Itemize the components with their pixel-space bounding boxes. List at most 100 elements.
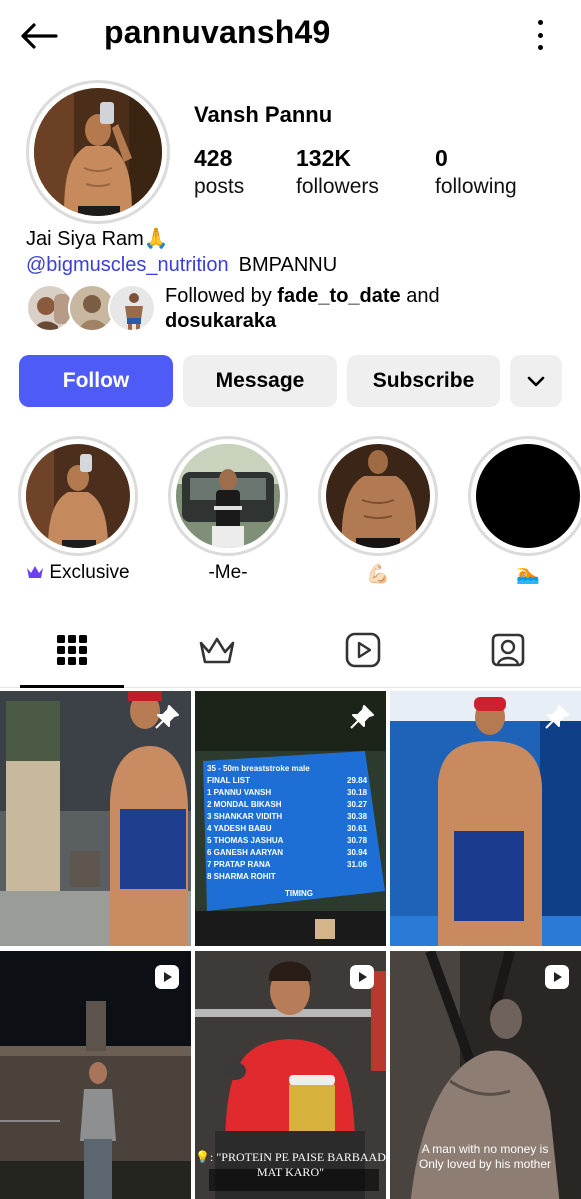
score-line: FINAL LIST: [207, 776, 250, 785]
pin-icon: [545, 705, 569, 729]
grid-icon: [57, 635, 87, 665]
bio-mention-link[interactable]: @bigmuscles_nutrition: [26, 254, 229, 276]
score-line: 35 - 50m breaststroke male: [207, 764, 310, 773]
score-time: 30.78: [347, 836, 368, 845]
profile-avatar: [34, 88, 162, 216]
tab-tagged[interactable]: [458, 612, 558, 688]
highlight-label: 💪🏻: [366, 564, 390, 585]
followed-by-user[interactable]: dosukaraka: [165, 310, 276, 332]
tagged-user-icon: [491, 633, 525, 667]
highlight-cover: [26, 444, 130, 548]
followers-stat[interactable]: 132K followers: [296, 144, 435, 202]
follower-avatar: [26, 284, 74, 332]
tab-reels[interactable]: [313, 612, 413, 688]
highlight-ring: [318, 436, 438, 556]
score-time: 30.27: [347, 800, 368, 809]
highlight-item[interactable]: 🏊: [468, 436, 581, 585]
post-thumbnail[interactable]: [390, 691, 581, 946]
dot: [537, 32, 543, 38]
followers-count: 132K: [296, 145, 351, 171]
active-tab-indicator: [20, 685, 124, 688]
bio-line: Jai Siya Ram🙏: [26, 228, 169, 250]
arrow-left-icon: [21, 23, 58, 49]
profile-full-name: Vansh Pannu: [194, 102, 333, 127]
more-options-button[interactable]: [535, 20, 545, 50]
reel-icon: [155, 965, 179, 989]
reels-icon: [345, 632, 381, 668]
highlight-label: Exclusive: [0, 562, 158, 584]
profile-tabs: [0, 612, 581, 688]
followed-by-row[interactable]: Followed by fade_to_date and dosukaraka: [26, 284, 566, 334]
profile-stats: 428 posts 132K followers 0 following: [194, 144, 545, 202]
highlight-label-text: Exclusive: [49, 562, 130, 583]
post-caption-overlay: A man with no money is Only loved by his…: [418, 1142, 552, 1171]
score-line: 7 PRATAP RANA: [207, 860, 271, 869]
score-time: 30.18: [347, 788, 368, 797]
score-time: 29.84: [347, 776, 368, 785]
followers-label: followers: [296, 175, 379, 198]
highlight-ring: [468, 436, 581, 556]
post-thumbnail[interactable]: A man with no money is Only loved by his…: [390, 951, 581, 1199]
subscribe-button[interactable]: Subscribe: [347, 355, 500, 407]
score-time: 30.94: [347, 848, 368, 857]
crown-icon: [199, 637, 235, 664]
score-line: 5 THOMAS JASHUA: [207, 836, 284, 845]
followed-by-user[interactable]: fade_to_date: [277, 285, 400, 307]
score-line: 6 GANESH AARYAN: [207, 848, 283, 857]
message-button[interactable]: Message: [183, 355, 337, 407]
back-button[interactable]: [18, 18, 60, 54]
followed-by-text: Followed by fade_to_date and dosukaraka: [165, 284, 440, 334]
posts-label: posts: [194, 175, 245, 198]
follower-avatar: [108, 284, 156, 332]
post-caption-overlay: 💡: "PROTEIN PE PAISE BARBAAD MAT KARO": [195, 1150, 386, 1179]
score-timing-label: TIMING: [285, 889, 313, 898]
score-line: 2 MONDAL BIKASH: [207, 800, 282, 809]
suggested-accounts-button[interactable]: [510, 355, 562, 407]
post-thumbnail[interactable]: 💡: "PROTEIN PE PAISE BARBAAD MAT KARO": [195, 951, 386, 1199]
score-time: 30.61: [347, 824, 368, 833]
top-bar: pannuvansh49: [0, 0, 581, 72]
pin-icon: [155, 705, 179, 729]
score-line: 4 YADESH BABU: [207, 824, 272, 833]
reel-icon: [545, 965, 569, 989]
highlight-label: -Me-: [208, 562, 248, 583]
score-line: 3 SHANKAR VIDITH: [207, 812, 282, 821]
follow-button[interactable]: Follow: [19, 355, 173, 407]
followed-by-and: and: [400, 285, 440, 307]
highlight-ring: [168, 436, 288, 556]
highlight-item[interactable]: Exclusive: [18, 436, 138, 584]
highlight-cover: [326, 444, 430, 548]
bio-mention-line: @bigmuscles_nutrition BMPANNU: [26, 252, 337, 278]
score-time: 31.06: [347, 860, 368, 869]
posts-stat[interactable]: 428 posts: [194, 144, 296, 202]
highlight-cover: [476, 444, 580, 548]
post-thumbnail[interactable]: [0, 951, 191, 1199]
dot: [537, 45, 543, 50]
highlight-item[interactable]: -Me-: [168, 436, 288, 584]
post-grid: 35 - 50m breaststroke male FINAL LIST 1 …: [0, 691, 581, 1199]
following-count: 0: [435, 145, 448, 171]
profile-avatar-ring[interactable]: [26, 80, 170, 224]
profile-bio: Jai Siya Ram🙏 @bigmuscles_nutrition BMPAN…: [26, 226, 337, 278]
highlight-item[interactable]: 💪🏻: [318, 436, 438, 585]
post-thumbnail[interactable]: [0, 691, 191, 946]
posts-count: 428: [194, 145, 233, 171]
pin-icon: [350, 705, 374, 729]
score-line: 8 SHARMA ROHIT: [207, 872, 276, 881]
highlight-cover: [176, 444, 280, 548]
followed-by-prefix: Followed by: [165, 285, 278, 307]
score-line: 1 PANNU VANSH: [207, 788, 271, 797]
following-label: following: [435, 175, 517, 198]
crown-icon: [27, 566, 44, 578]
following-stat[interactable]: 0 following: [435, 144, 545, 202]
tab-subscriptions[interactable]: [167, 612, 267, 688]
more-vertical-icon: [537, 20, 543, 25]
profile-username: pannuvansh49: [104, 14, 331, 50]
score-time: 30.38: [347, 812, 368, 821]
chevron-down-icon: [527, 376, 545, 387]
post-thumbnail[interactable]: 35 - 50m breaststroke male FINAL LIST 1 …: [195, 691, 386, 946]
tab-posts-grid[interactable]: [22, 612, 122, 688]
highlight-ring: [18, 436, 138, 556]
bio-mention-tail: BMPANNU: [238, 254, 338, 276]
reel-icon: [350, 965, 374, 989]
